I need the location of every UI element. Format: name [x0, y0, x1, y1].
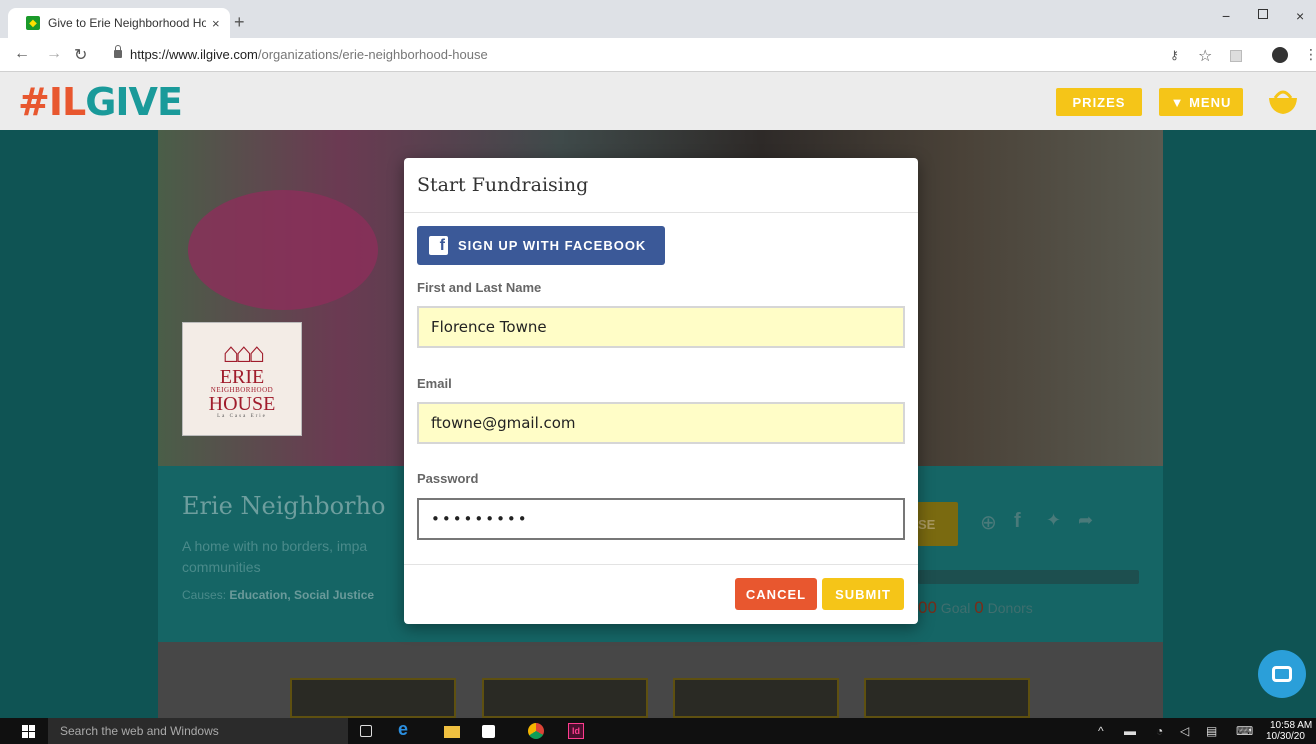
url-host: https://www.ilgive.com — [130, 47, 258, 62]
key-icon[interactable]: ⚷ — [1170, 48, 1179, 62]
facebook-signup-label: SIGN UP WITH FACEBOOK — [458, 238, 647, 253]
gallery-thumb[interactable] — [673, 678, 839, 718]
org-stats: 00 Goal 0 Donors — [918, 598, 1033, 618]
url-field[interactable]: https://www.ilgive.com/organizations/eri… — [130, 47, 488, 62]
address-bar: ← → ↻ https://www.ilgive.com/organizatio… — [0, 38, 1316, 72]
browser-tab-bar: ◆ Give to Erie Neighborhood Hous × + − × — [0, 0, 1316, 38]
password-field[interactable] — [417, 498, 905, 540]
photo-gallery — [158, 642, 1163, 718]
org-description: A home with no borders, impa communities — [182, 538, 368, 575]
facebook-icon: f — [429, 236, 448, 255]
hero-flower-decoration — [188, 190, 378, 310]
add-to-basket-icon[interactable]: ⊕ — [980, 510, 997, 535]
facebook-icon[interactable]: f — [1014, 510, 1021, 533]
org-causes: Causes: Education, Social Justice — [182, 588, 374, 602]
site-logo[interactable]: #ILGIVE — [18, 80, 183, 124]
prizes-button[interactable]: PRIZES — [1056, 88, 1142, 116]
tab-title: Give to Erie Neighborhood Hous — [48, 16, 206, 30]
twitter-icon[interactable]: ✦ — [1046, 510, 1061, 531]
reload-icon[interactable]: ↻ — [74, 45, 87, 65]
basket-icon[interactable] — [1266, 84, 1300, 118]
name-field[interactable] — [417, 306, 905, 348]
lock-icon[interactable] — [114, 45, 122, 58]
notifications-icon[interactable]: ▤ — [1206, 724, 1217, 738]
modal-title: Start Fundraising — [417, 174, 589, 196]
logo-line-4: La Casa Erie — [217, 414, 267, 419]
causes-label: Causes: — [182, 588, 230, 602]
pdf-icon[interactable] — [1230, 50, 1242, 62]
email-label: Email — [417, 376, 452, 391]
wifi-icon[interactable]: ◔ — [1156, 724, 1163, 738]
donors-label: Donors — [983, 600, 1033, 616]
goal-number: 00 — [918, 598, 937, 617]
tray-app-icon[interactable]: ▬ — [1124, 724, 1136, 738]
url-path: /organizations/erie-neighborhood-house — [257, 47, 488, 62]
keyboard-icon[interactable]: ⌨ — [1236, 724, 1253, 738]
clock-time[interactable]: 10:58 AM — [1270, 720, 1312, 731]
email-field[interactable] — [417, 402, 905, 444]
gallery-thumb[interactable] — [864, 678, 1030, 718]
progress-bar — [918, 570, 1139, 584]
password-label: Password — [417, 471, 479, 486]
profile-icon[interactable] — [1272, 47, 1288, 63]
explorer-icon[interactable] — [444, 726, 460, 738]
org-logo-text: ERIE NEIGHBORHOOD HOUSE La Casa Erie — [209, 367, 276, 419]
goal-label: Goal — [936, 600, 975, 616]
tray-chevron-icon[interactable]: ^ — [1098, 724, 1104, 738]
logo-hash: # — [18, 80, 50, 124]
window-maximize-button[interactable] — [1258, 9, 1268, 19]
share-icon[interactable]: ➦ — [1078, 510, 1093, 531]
store-icon[interactable] — [482, 725, 495, 738]
edge-icon[interactable]: e — [398, 719, 414, 739]
clock-date[interactable]: 10/30/20 — [1266, 731, 1305, 742]
chat-bubble-glyph — [1272, 666, 1292, 682]
tab-close-icon[interactable]: × — [212, 16, 220, 31]
taskbar-search[interactable]: Search the web and Windows — [48, 718, 348, 744]
facebook-signup-button[interactable]: f SIGN UP WITH FACEBOOK — [417, 226, 665, 265]
windows-start-icon[interactable] — [22, 725, 35, 738]
chrome-icon[interactable] — [528, 723, 544, 739]
org-name: Erie Neighborho — [182, 492, 386, 520]
star-icon[interactable]: ☆ — [1198, 46, 1212, 66]
browser-tab[interactable]: ◆ Give to Erie Neighborhood Hous × — [8, 8, 230, 38]
gallery-thumb[interactable] — [482, 678, 648, 718]
indesign-icon[interactable]: Id — [568, 723, 584, 739]
start-fundraising-modal: Start Fundraising f SIGN UP WITH FACEBOO… — [404, 158, 918, 624]
site-header: #ILGIVE PRIZES ▼ MENU — [0, 72, 1316, 130]
forward-icon[interactable]: → — [46, 45, 62, 63]
logo-line-3: HOUSE — [208, 393, 276, 415]
more-icon[interactable]: ⋮ — [1304, 46, 1316, 63]
volume-icon[interactable]: ◁ — [1180, 724, 1189, 738]
gallery-thumb[interactable] — [290, 678, 456, 718]
name-label: First and Last Name — [417, 280, 542, 295]
org-logo: ⌂⌂⌂ ERIE NEIGHBORHOOD HOUSE La Casa Erie — [182, 322, 302, 436]
taskbar-search-placeholder: Search the web and Windows — [60, 724, 219, 738]
chat-icon[interactable] — [1258, 650, 1306, 698]
back-icon[interactable]: ← — [14, 45, 30, 63]
houses-icon: ⌂⌂⌂ — [222, 337, 266, 368]
cancel-button[interactable]: CANCEL — [735, 578, 817, 610]
causes-value: Education, Social Justice — [229, 588, 375, 602]
logo-line-1: ERIE — [219, 366, 265, 388]
modal-divider — [404, 212, 918, 213]
donors-number: 0 — [974, 598, 984, 617]
favicon-icon: ◆ — [26, 16, 40, 30]
windows-taskbar: Search the web and Windows e Id ^ ▬ ◔ ◁ … — [0, 718, 1316, 744]
menu-button[interactable]: ▼ MENU — [1159, 88, 1243, 116]
submit-button[interactable]: SUBMIT — [822, 578, 904, 610]
logo-give: GIVE — [85, 80, 183, 124]
modal-divider — [404, 564, 918, 565]
task-view-icon[interactable] — [360, 725, 372, 737]
window-minimize-button[interactable]: − — [1222, 8, 1230, 24]
window-close-button[interactable]: × — [1296, 8, 1304, 24]
logo-il: IL — [48, 80, 86, 124]
new-tab-button[interactable]: + — [234, 12, 245, 33]
